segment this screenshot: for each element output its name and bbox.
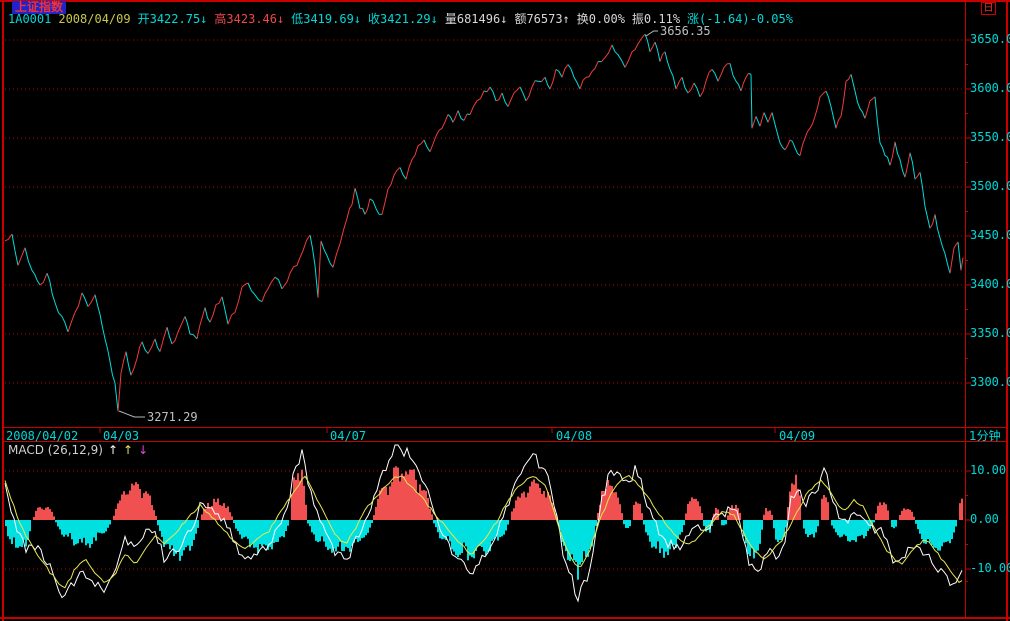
dea-up-arrow-icon: ↑ <box>123 443 133 457</box>
price-y-axis-label: 3500.0 <box>970 180 1010 193</box>
x-axis-date-label: 04/09 <box>779 430 815 442</box>
quote-field-0: 1A0001 <box>8 12 51 26</box>
quote-field-8: 换0.00% <box>577 12 625 26</box>
dif-up-arrow-icon: ↑ <box>108 443 118 457</box>
xaxis-strip-top-line <box>2 427 1008 428</box>
price-y-axis-label: 3550.0 <box>970 131 1010 144</box>
quote-field-7: 额76573↑ <box>514 12 569 26</box>
price-y-axis-label: 3450.0 <box>970 229 1010 242</box>
price-y-axis-label: 3300.0 <box>970 376 1010 389</box>
price-y-axis-label: 3350.0 <box>970 327 1010 340</box>
x-axis-date-label: 04/08 <box>556 430 592 442</box>
x-axis-date-label: 2008/04/02 <box>6 430 78 442</box>
macd-y-axis-label: 10.00 <box>970 464 1006 477</box>
macd-indicator-label: MACD (26,12,9) <box>8 443 103 457</box>
window-border-top <box>0 0 1010 2</box>
macd-down-arrow-icon: ↓ <box>138 443 148 457</box>
macd-y-axis-label: -10.00 <box>970 562 1010 575</box>
xaxis-strip-bottom-line <box>2 441 1008 442</box>
price-high-annotation: 3656.35 <box>660 25 711 37</box>
window-border-bottom <box>0 617 1010 619</box>
quote-field-2: 开3422.75↓ <box>138 12 208 26</box>
quote-field-3: 高3423.46↓ <box>214 12 284 26</box>
x-axis-date-label: 04/03 <box>103 430 139 442</box>
price-y-axis-label: 3400.0 <box>970 278 1010 291</box>
macd-y-axis-label: 0.00 <box>970 513 999 526</box>
chart-graphics <box>0 0 1010 621</box>
quote-field-6: 量681496↓ <box>445 12 508 26</box>
x-axis-date-label: 04/07 <box>330 430 366 442</box>
macd-arrows: ↑ ↑ ↓ <box>103 443 148 457</box>
period-badge[interactable]: 日 <box>981 2 996 15</box>
interval-label[interactable]: 1分钟 <box>969 430 1001 442</box>
price-y-axis-label: 3600.0 <box>970 82 1010 95</box>
window-border-left <box>2 0 4 621</box>
quote-field-4: 低3419.69↓ <box>291 12 361 26</box>
price-line[interactable] <box>5 34 963 411</box>
quote-field-5: 收3421.29↓ <box>368 12 438 26</box>
axis-separator-vertical <box>965 2 966 617</box>
app-window: 上证指数 日 1A00012008/04/09开3422.75↓高3423.46… <box>0 0 1010 621</box>
macd-caption: MACD (26,12,9) ↑ ↑ ↓ <box>8 444 148 457</box>
price-low-annotation: 3271.29 <box>147 411 198 423</box>
price-y-axis-label: 3650.0 <box>970 33 1010 46</box>
quote-field-1: 2008/04/09 <box>58 12 130 26</box>
